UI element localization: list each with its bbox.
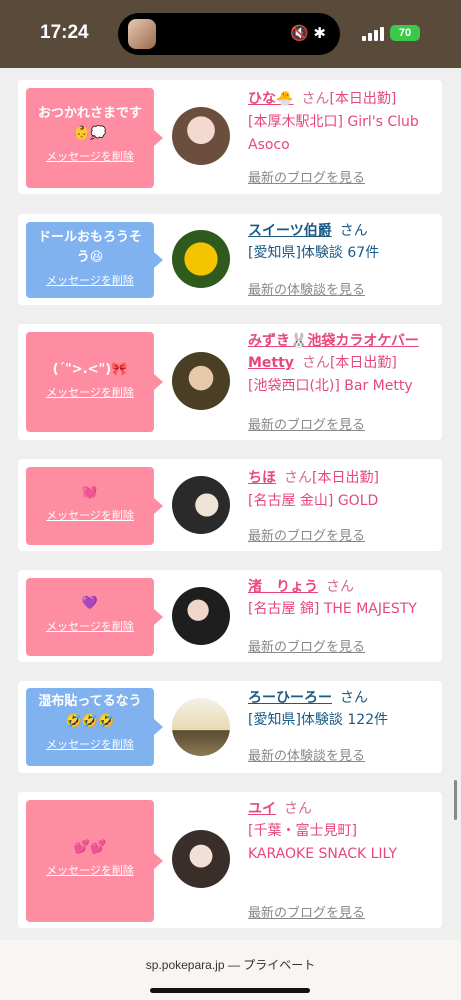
message-text: 💕💕 [73, 840, 107, 855]
profile-info: ひな🐣 さん[本日出勤] [本厚木駅北口] Girl's Club Asoco [248, 88, 438, 157]
message-text: 💜 [81, 596, 99, 611]
honorific: さん [339, 223, 368, 239]
list-item: 💜 メッセージを削除 渚 りょう さん [名古屋 錦] THE MAJESTY 最… [18, 570, 442, 662]
profile-name-link[interactable]: ユイ [248, 801, 276, 817]
shop-info: [本厚木駅北口] Girl's Club Asoco [248, 114, 419, 153]
latest-blog-link[interactable]: 最新のブログを見る [248, 414, 365, 433]
delete-message-link[interactable]: メッセージを削除 [26, 736, 154, 752]
profile-info: ちほ さん[本日出勤] [名古屋 金山] GOLD [248, 467, 438, 513]
list-item: 💓 メッセージを削除 ちほ さん[本日出勤] [名古屋 金山] GOLD 最新のブ… [18, 459, 442, 551]
list-item: おつかれさまです👶💭 メッセージを削除 ひな🐣 さん[本日出勤] [本厚木駅北口]… [18, 80, 442, 194]
avatar[interactable] [172, 107, 230, 165]
url-text: sp.pokepara.jp [145, 958, 225, 972]
list-item: (´">.<")🎀 メッセージを削除 みずき🐰池袋カラオケバーMetty さん[本… [18, 324, 442, 440]
honorific: さん [301, 355, 330, 371]
delete-message-link[interactable]: メッセージを削除 [26, 148, 154, 164]
message-bubble: 湿布貼ってるなう🤣🤣🤣 メッセージを削除 [26, 688, 163, 766]
browser-bottom-bar: sp.pokepara.jp — プライベート [0, 940, 461, 1000]
avatar[interactable] [172, 476, 230, 534]
dynamic-island: 🔇 ✱ [118, 13, 340, 55]
avatar[interactable] [172, 352, 230, 410]
delete-message-link[interactable]: メッセージを削除 [26, 272, 154, 288]
latest-blog-link[interactable]: 最新のブログを見る [248, 167, 365, 186]
review-count: [愛知県]体験談 122件 [248, 712, 389, 728]
avatar[interactable] [172, 830, 230, 888]
private-mode-label: — プライベート [227, 958, 316, 972]
work-status: [本日出勤] [329, 355, 397, 371]
home-indicator[interactable] [150, 988, 310, 993]
profile-info: ろーひーろー さん [愛知県]体験談 122件 [248, 687, 438, 732]
work-status: [本日出勤] [312, 470, 379, 486]
list-item: 湿布貼ってるなう🤣🤣🤣 メッセージを削除 ろーひーろー さん [愛知県]体験談 1… [18, 681, 442, 773]
profile-name-link[interactable]: ひな🐣 [248, 91, 293, 107]
message-bubble: 💜 メッセージを削除 [26, 578, 163, 656]
profile-name-link[interactable]: スイーツ伯爵 [248, 223, 332, 239]
work-status: [本日出勤] [329, 91, 397, 107]
bluetooth-icon: 🔇 ✱ [289, 24, 326, 42]
avatar[interactable] [172, 587, 230, 645]
message-bubble: (´">.<")🎀 メッセージを削除 [26, 332, 163, 432]
shop-info: [名古屋 金山] GOLD [248, 493, 379, 509]
profile-name-link[interactable]: ちほ [248, 470, 276, 486]
latest-review-link[interactable]: 最新の体験談を見る [248, 745, 365, 764]
message-text: (´">.<")🎀 [52, 362, 128, 377]
profile-name-link[interactable]: ろーひーろー [248, 690, 332, 706]
honorific: さん [340, 690, 368, 706]
avatar[interactable] [172, 230, 230, 288]
status-bar: 17:24 🔇 ✱ 70 [0, 0, 461, 68]
delete-message-link[interactable]: メッセージを削除 [26, 618, 154, 634]
review-count: [愛知県]体験談 67件 [248, 245, 380, 261]
shop-info: [池袋西口(北)] Bar Metty [248, 378, 413, 394]
message-text: ドールおもろうそう😆 [37, 230, 142, 265]
signal-icon [362, 26, 384, 41]
delete-message-link[interactable]: メッセージを削除 [26, 384, 154, 400]
profile-info: 渚 りょう さん [名古屋 錦] THE MAJESTY [248, 576, 438, 621]
honorific: さん [284, 801, 312, 817]
battery-icon: 70 [390, 25, 420, 41]
latest-review-link[interactable]: 最新の体験談を見る [248, 279, 365, 298]
list-item: 💕💕 メッセージを削除 ユイ さん [千葉・富士見町] KARAOKE SNACK… [18, 792, 442, 928]
url-bar[interactable]: sp.pokepara.jp — プライベート [0, 956, 461, 973]
scrollbar[interactable] [454, 780, 457, 820]
message-bubble: おつかれさまです👶💭 メッセージを削除 [26, 88, 163, 188]
honorific: さん [326, 579, 354, 595]
shop-info: [名古屋 錦] THE MAJESTY [248, 601, 417, 617]
message-bubble: ドールおもろうそう😆 メッセージを削除 [26, 222, 163, 298]
message-text: 湿布貼ってるなう🤣🤣🤣 [38, 694, 142, 729]
delete-message-link[interactable]: メッセージを削除 [26, 507, 154, 523]
profile-info: ユイ さん [千葉・富士見町] KARAOKE SNACK LILY [248, 798, 438, 866]
island-avatar [128, 19, 156, 49]
message-bubble: 💕💕 メッセージを削除 [26, 800, 163, 922]
latest-blog-link[interactable]: 最新のブログを見る [248, 636, 365, 655]
profile-info: スイーツ伯爵 さん [愛知県]体験談 67件 [248, 220, 438, 265]
clock: 17:24 [40, 22, 89, 43]
profile-info: みずき🐰池袋カラオケバーMetty さん[本日出勤] [池袋西口(北)] Bar … [248, 330, 438, 398]
message-text: 💓 [81, 485, 99, 500]
latest-blog-link[interactable]: 最新のブログを見る [248, 525, 365, 544]
message-text: おつかれさまです👶💭 [37, 106, 142, 141]
latest-blog-link[interactable]: 最新のブログを見る [248, 902, 365, 921]
honorific: さん [284, 470, 312, 486]
shop-info: [千葉・富士見町] KARAOKE SNACK LILY [248, 823, 398, 862]
message-bubble: 💓 メッセージを削除 [26, 467, 163, 545]
list-item: ドールおもろうそう😆 メッセージを削除 スイーツ伯爵 さん [愛知県]体験談 67… [18, 214, 442, 305]
honorific: さん [301, 91, 330, 107]
profile-name-link[interactable]: 渚 りょう [248, 579, 318, 595]
delete-message-link[interactable]: メッセージを削除 [26, 862, 154, 878]
avatar[interactable] [172, 698, 230, 756]
